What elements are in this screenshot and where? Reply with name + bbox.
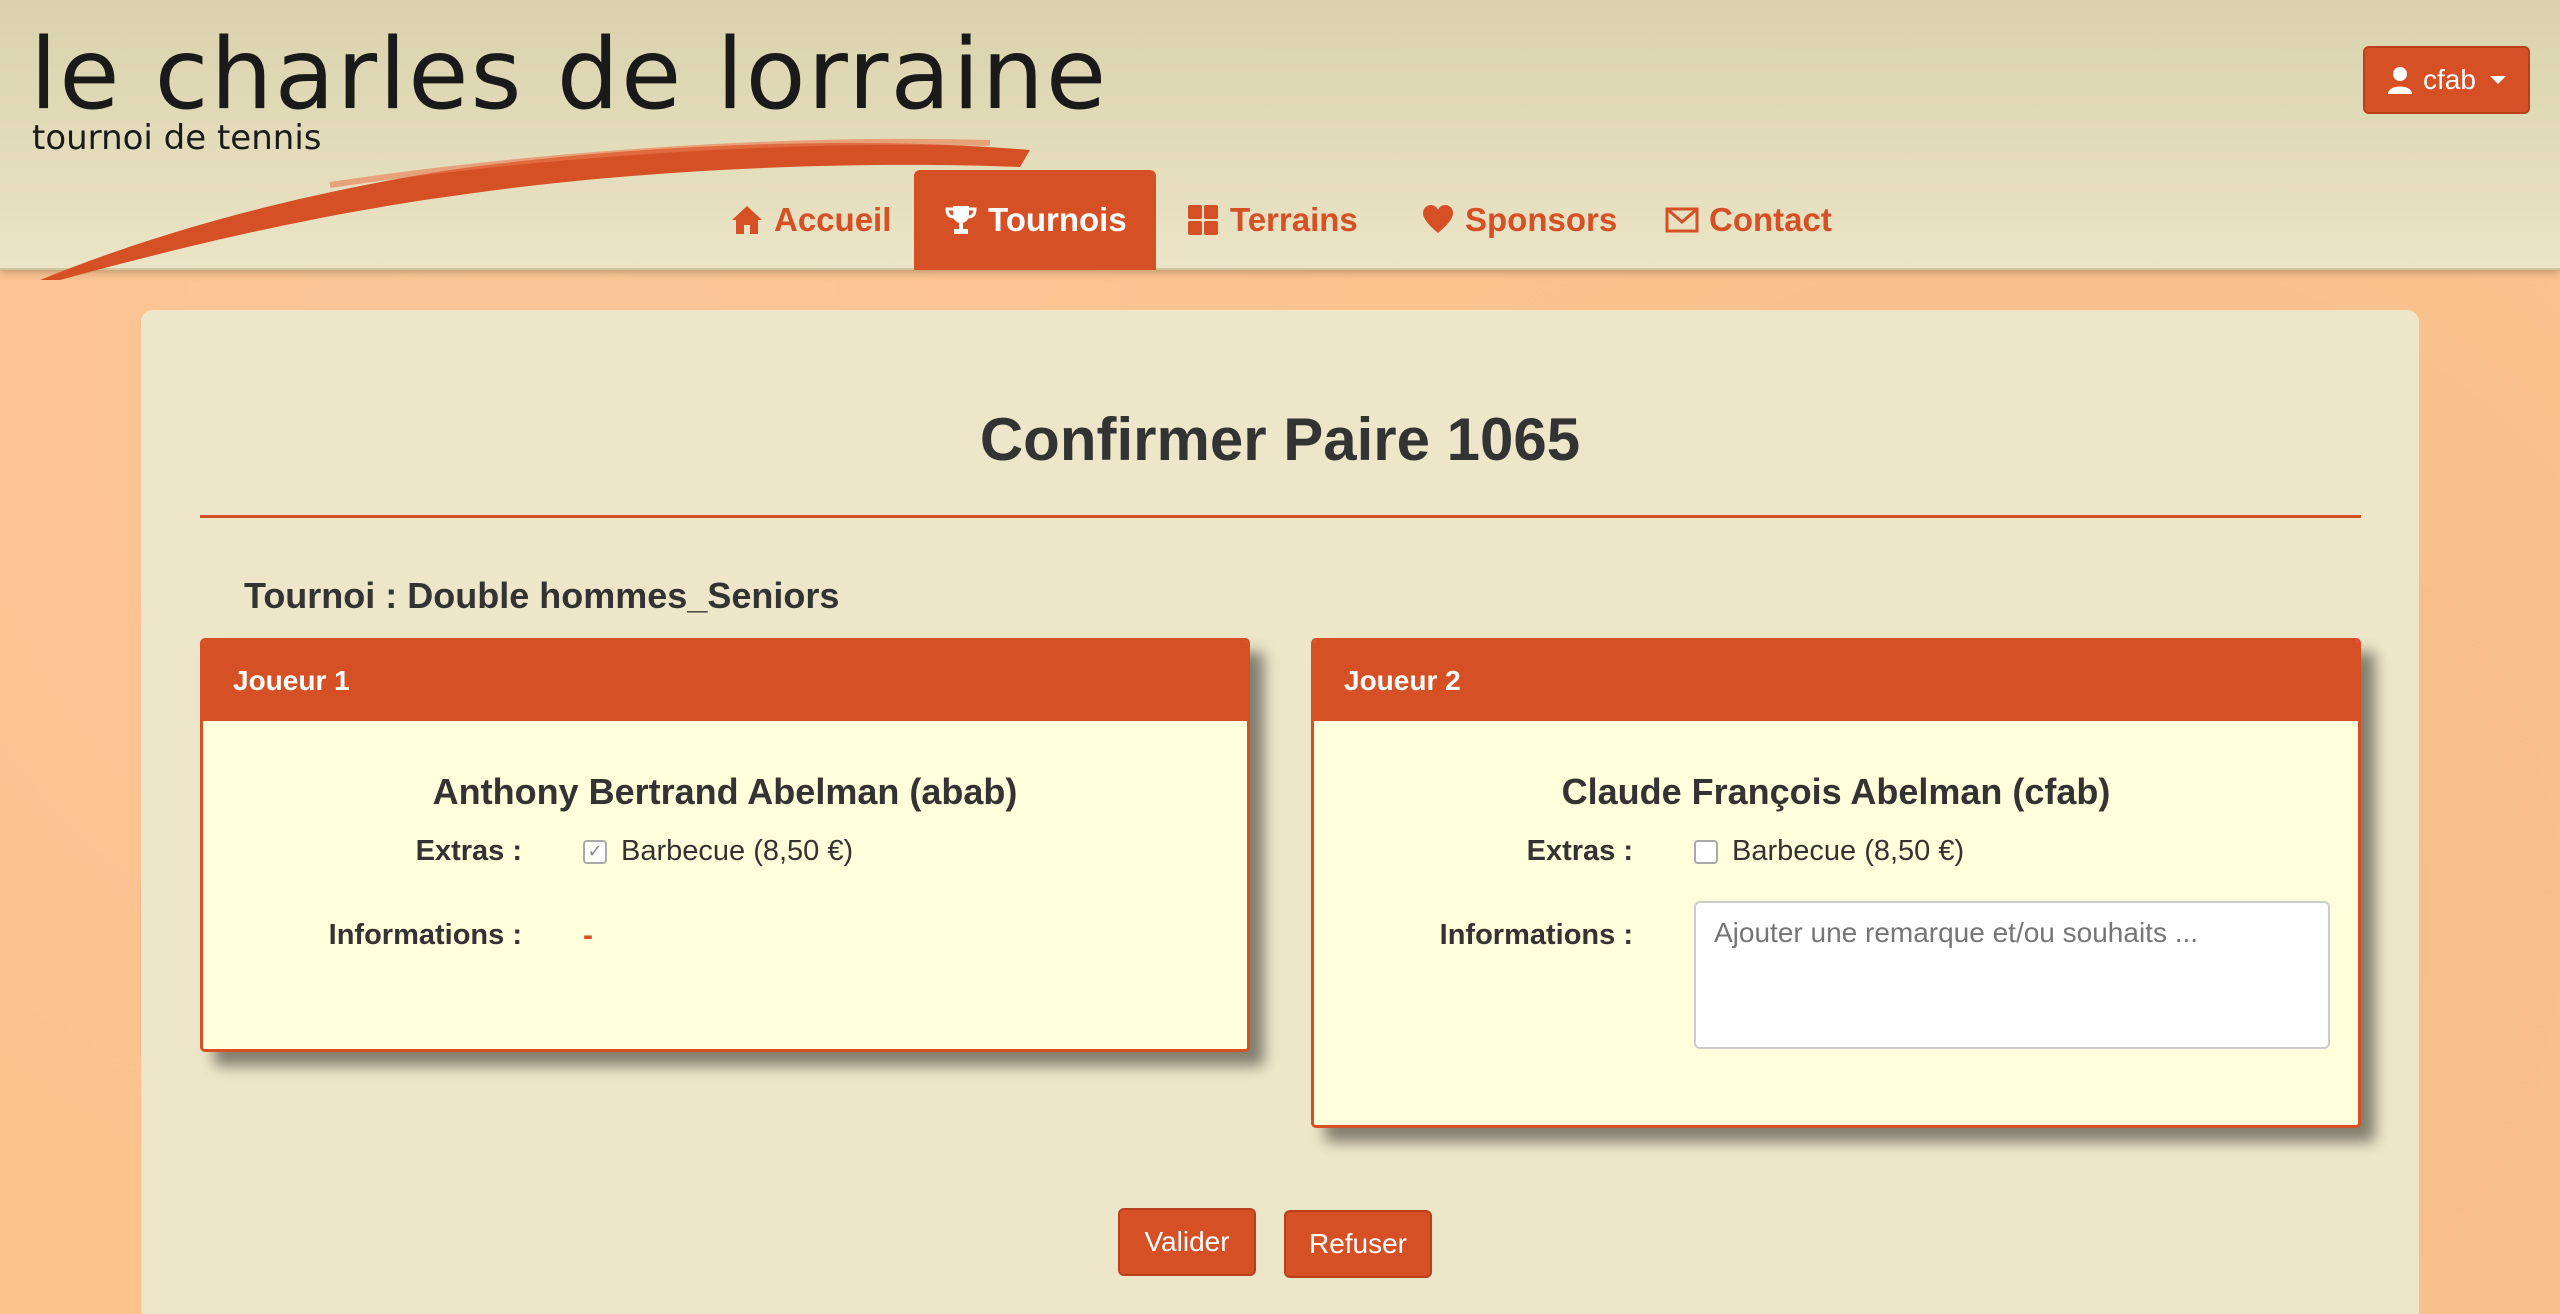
player-1-name: Anthony Bertrand Abelman (abab): [432, 771, 1018, 812]
trophy-icon: [945, 206, 977, 234]
player-2-extras-value: Barbecue (8,50 €): [1694, 835, 1964, 868]
player-2-info-row: Informations :: [1314, 901, 2358, 1049]
grid-icon: [1188, 205, 1218, 235]
player-2-heading: Joueur 2: [1314, 641, 2358, 721]
player-2-card: Joueur 2 Claude François Abelman (cfab) …: [1311, 638, 2361, 1128]
player-2-extras-label: Extras :: [1526, 835, 1633, 867]
player-2-info-label: Informations :: [1439, 919, 1633, 951]
player-1-extras-row: Extras : ✓ Barbecue (8,50 €): [203, 835, 1247, 885]
page-title: Confirmer Paire 1065: [979, 406, 1581, 473]
main-panel: Confirmer Paire 1065 Tournoi : Double ho…: [141, 310, 2419, 1314]
refuse-button[interactable]: Refuser: [1284, 1210, 1432, 1278]
main-nav: Accueil Tournois Terrains Sponsors Conta…: [0, 170, 2560, 270]
site-header: le charles de lorraine tournoi de tennis…: [0, 0, 2560, 280]
title-divider: [200, 515, 2361, 518]
player-2-extras-row: Extras : Barbecue (8,50 €): [1314, 835, 2358, 885]
logo-title: le charles de lorraine: [30, 18, 1109, 132]
tournament-label: Tournoi : Double hommes_Seniors: [244, 575, 840, 616]
nav-sponsors-label: Sponsors: [1465, 201, 1618, 238]
player-1-heading: Joueur 1: [203, 641, 1247, 721]
caret-down-icon: [2489, 76, 2506, 84]
player-1-info-value: -: [583, 919, 593, 952]
user-menu-label: cfab: [2423, 64, 2476, 95]
heart-icon: [1423, 205, 1453, 233]
nav-terrains[interactable]: Terrains: [1156, 170, 1388, 270]
player-2-info-textarea[interactable]: [1694, 901, 2330, 1049]
logo-subtitle: tournoi de tennis: [32, 118, 322, 158]
player-1-info-label: Informations :: [328, 919, 522, 951]
player-1-info-row: Informations : -: [203, 919, 1247, 969]
nav-sponsors[interactable]: Sponsors: [1391, 170, 1647, 270]
nav-terrains-label: Terrains: [1230, 201, 1358, 238]
user-icon: [2388, 67, 2413, 94]
nav-tournois[interactable]: Tournois: [914, 170, 1156, 270]
nav-accueil[interactable]: Accueil: [700, 170, 921, 270]
user-menu-button[interactable]: cfab: [2363, 46, 2530, 114]
player-1-card: Joueur 1 Anthony Bertrand Abelman (abab)…: [200, 638, 1250, 1052]
player-2-name: Claude François Abelman (cfab): [1561, 771, 2111, 812]
player-1-barbecue-checkbox: ✓: [583, 839, 607, 864]
player-1-extras-label: Extras :: [415, 835, 522, 867]
home-icon: [732, 206, 762, 234]
envelope-icon: [1665, 207, 1699, 233]
nav-accueil-label: Accueil: [774, 201, 892, 238]
nav-tournois-label: Tournois: [988, 201, 1127, 238]
nav-contact[interactable]: Contact: [1635, 170, 1862, 270]
player-2-barbecue-checkbox[interactable]: [1694, 839, 1718, 864]
nav-contact-label: Contact: [1709, 201, 1832, 238]
player-1-extras-value: ✓ Barbecue (8,50 €): [583, 835, 853, 868]
player-1-barbecue-label: Barbecue (8,50 €): [621, 835, 854, 867]
validate-button[interactable]: Valider: [1118, 1208, 1256, 1276]
player-2-barbecue-label[interactable]: Barbecue (8,50 €): [1732, 835, 1964, 868]
